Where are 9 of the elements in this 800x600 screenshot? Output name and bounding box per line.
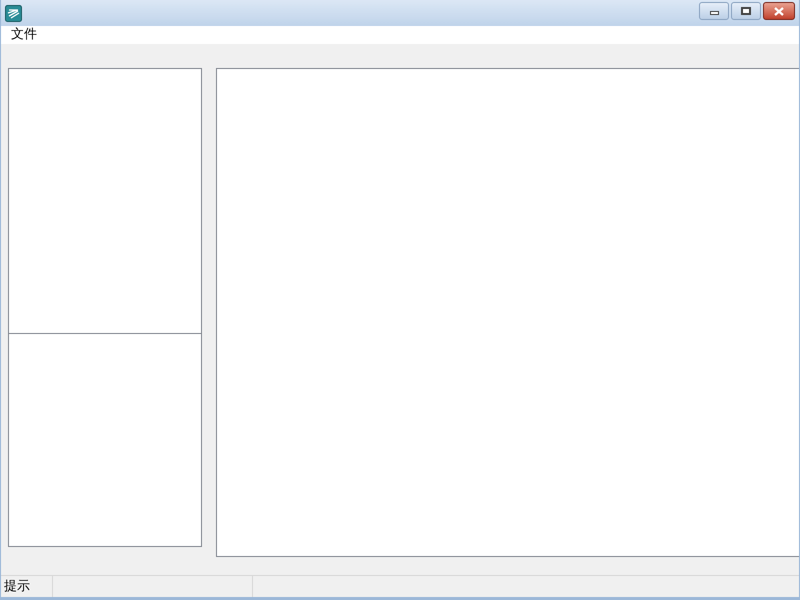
- close-button[interactable]: [763, 2, 795, 20]
- menu-item[interactable]: 文件: [4, 27, 44, 43]
- minimize-icon: [710, 11, 718, 15]
- maximize-icon: [741, 7, 751, 15]
- close-icon: [774, 6, 784, 16]
- status-text: 提示: [4, 578, 30, 596]
- app-icon: [5, 4, 22, 22]
- minimize-button[interactable]: [699, 2, 729, 20]
- maximize-button[interactable]: [731, 2, 761, 20]
